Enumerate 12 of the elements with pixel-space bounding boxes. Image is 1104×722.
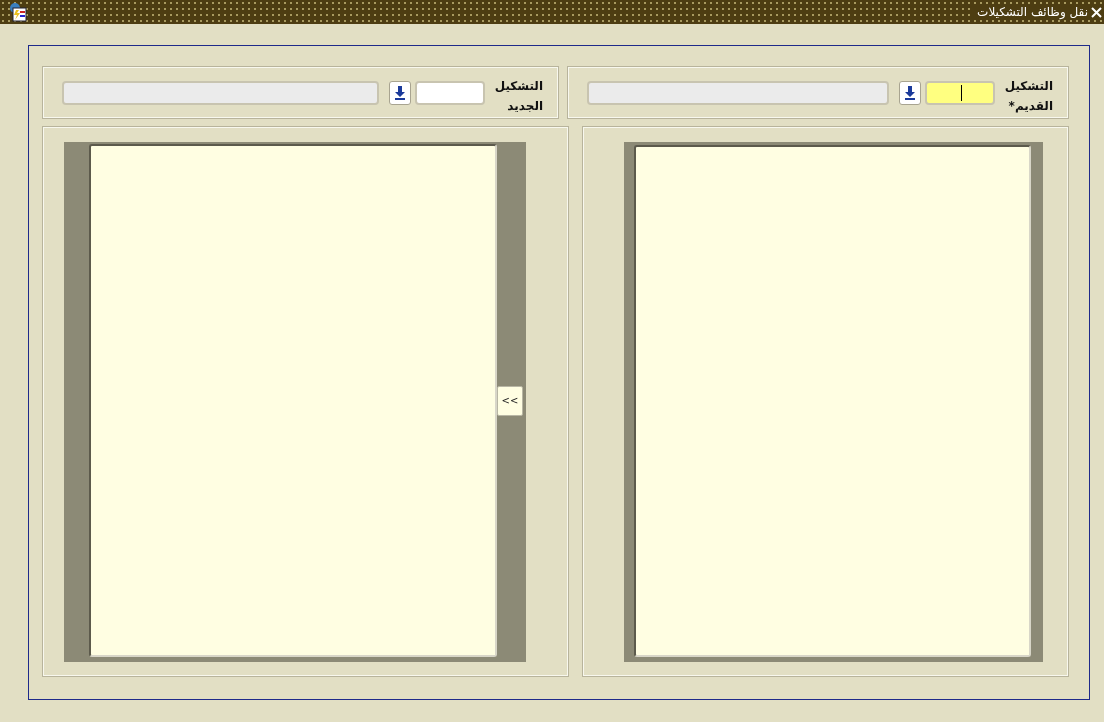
window-title: نقل وظائف التشكيلات: [977, 5, 1088, 19]
list-button[interactable]: [389, 80, 411, 105]
field-label: التشكيل القديم*: [1003, 77, 1053, 115]
code-field[interactable]: [415, 80, 485, 105]
code-field[interactable]: [925, 80, 995, 105]
list-button[interactable]: [899, 80, 921, 105]
close-icon[interactable]: [1091, 6, 1102, 18]
download-arrow-icon: [394, 85, 406, 100]
field-label: التشكيل الجديد: [493, 77, 543, 115]
app-icon[interactable]: [8, 2, 28, 22]
move-left-button[interactable]: <<: [497, 385, 523, 416]
download-arrow-icon: [904, 85, 916, 100]
